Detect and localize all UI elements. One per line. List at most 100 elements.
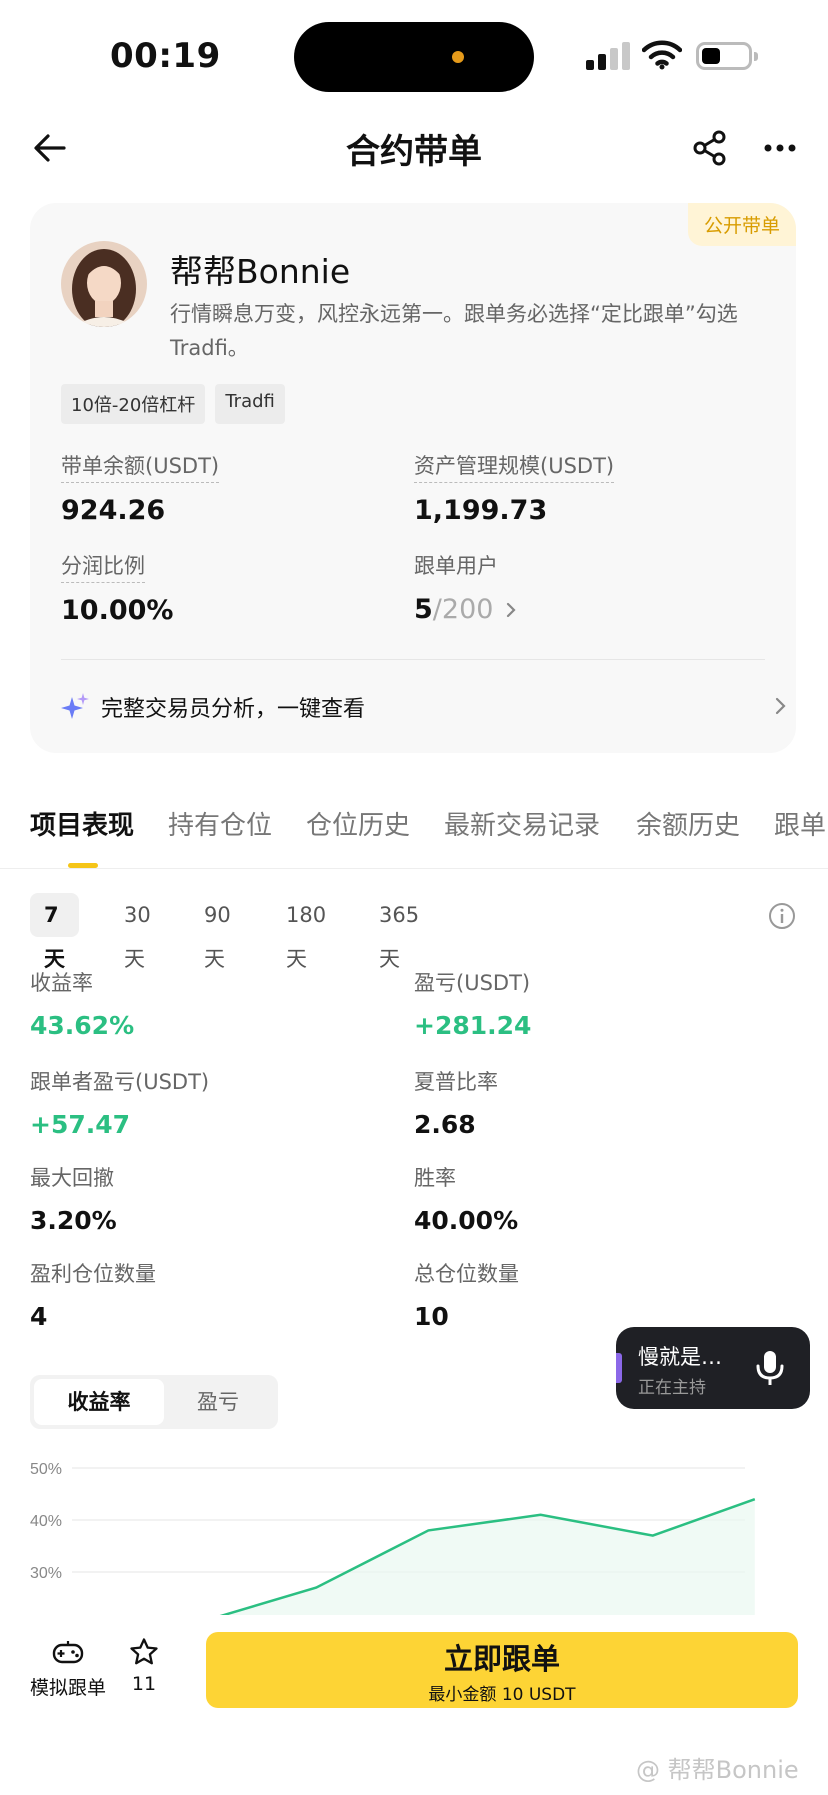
followers-stat[interactable]: 跟单用户 5 /200 xyxy=(414,550,521,625)
simulate-follow-button[interactable]: 模拟跟单 xyxy=(26,1639,110,1703)
balance-value: 924.26 xyxy=(61,495,166,526)
sharpe-metric: 夏普比率 2.68 xyxy=(414,1066,498,1139)
sharpe-value: 2.68 xyxy=(414,1110,476,1139)
balance-stat: 带单余额(USDT) 924.26 xyxy=(61,450,220,526)
roi-label: 收益率 xyxy=(30,971,93,995)
microphone-icon[interactable] xyxy=(752,1349,788,1387)
period-365d[interactable]: 365天 xyxy=(365,893,433,971)
total-positions-label: 总仓位数量 xyxy=(414,1262,519,1286)
max-drawdown-metric: 最大回撤 3.20% xyxy=(30,1162,117,1235)
live-subtitle: 正在主持 xyxy=(638,1378,706,1398)
followers-count[interactable]: 5 /200 xyxy=(414,594,521,625)
minimum-amount-label: 最小金额 10 USDT xyxy=(428,1685,576,1705)
wifi-icon xyxy=(642,40,682,70)
period-30d[interactable]: 30天 xyxy=(110,893,165,971)
y-tick-label: 50% xyxy=(30,1461,62,1478)
favorite-button[interactable]: 11 xyxy=(124,1637,164,1703)
tab-positions[interactable]: 持有仓位 xyxy=(168,805,272,842)
full-analysis-text: 完整交易员分析，一键查看 xyxy=(101,697,366,722)
balance-label[interactable]: 带单余额(USDT) xyxy=(61,450,220,483)
tradfi-tag: Tradfi xyxy=(215,384,285,424)
recording-dot-icon xyxy=(452,51,464,63)
profit-share-label[interactable]: 分润比例 xyxy=(61,550,145,583)
profit-share-stat: 分润比例 10.00% xyxy=(61,550,173,626)
profit-positions-value: 4 xyxy=(30,1302,48,1331)
max-drawdown-value: 3.20% xyxy=(30,1206,117,1235)
profit-positions-label: 盈利仓位数量 xyxy=(30,1262,156,1286)
period-90d[interactable]: 90天 xyxy=(190,893,245,971)
pnl-value: +281.24 xyxy=(414,1011,532,1040)
trader-name: 帮帮Bonnie xyxy=(170,252,351,291)
win-rate-metric: 胜率 40.00% xyxy=(414,1162,518,1235)
followers-current: 5 xyxy=(414,594,433,625)
live-title: 慢就是… xyxy=(638,1345,722,1369)
followers-max: /200 xyxy=(432,594,494,625)
roi-area-fill xyxy=(193,1499,755,1615)
y-tick-label: 30% xyxy=(30,1565,62,1582)
aum-label[interactable]: 资产管理规模(USDT) xyxy=(414,450,615,483)
period-180d[interactable]: 180天 xyxy=(272,893,340,971)
roi-chart: 50% 40% 30% xyxy=(30,1461,756,1615)
roi-metric: 收益率 43.62% xyxy=(30,967,134,1040)
more-options-icon[interactable] xyxy=(760,128,800,168)
aum-value: 1,199.73 xyxy=(414,495,548,526)
simulate-follow-label: 模拟跟单 xyxy=(29,1677,106,1699)
active-tab-indicator xyxy=(68,863,98,868)
full-analysis-link[interactable]: 完整交易员分析，一键查看 xyxy=(61,675,791,739)
battery-icon xyxy=(696,42,758,70)
dynamic-island xyxy=(294,22,534,92)
total-positions-value: 10 xyxy=(414,1302,449,1331)
win-rate-value: 40.00% xyxy=(414,1206,519,1235)
total-positions-metric: 总仓位数量 10 xyxy=(414,1258,519,1331)
favorite-count: 11 xyxy=(131,1673,157,1695)
cellular-signal-icon xyxy=(586,42,630,70)
widget-accent xyxy=(616,1353,622,1383)
sharpe-label: 夏普比率 xyxy=(414,1070,498,1094)
toggle-roi[interactable]: 收益率 xyxy=(34,1379,164,1425)
watermark: @ 帮帮Bonnie xyxy=(636,1756,799,1784)
follower-pnl-metric: 跟单者盈亏(USDT) +57.47 xyxy=(30,1066,209,1139)
tab-followers[interactable]: 跟单 xyxy=(774,805,826,842)
y-tick-label: 40% xyxy=(30,1513,62,1530)
chart-mode-toggle: 收益率 盈亏 xyxy=(30,1375,278,1429)
bottom-action-bar: 模拟跟单 11 立即跟单 最小金额 10 USDT @ 帮帮Bonnie xyxy=(0,1615,828,1795)
tab-balance-history[interactable]: 余额历史 xyxy=(636,805,740,842)
chevron-right-icon xyxy=(507,602,516,617)
follow-now-button[interactable]: 立即跟单 最小金额 10 USDT xyxy=(206,1632,798,1708)
gamepad-icon xyxy=(52,1641,84,1664)
status-time: 00:19 xyxy=(110,36,221,76)
max-drawdown-label: 最大回撤 xyxy=(30,1166,114,1190)
aum-stat: 资产管理规模(USDT) 1,199.73 xyxy=(414,450,615,526)
pnl-metric: 盈亏(USDT) +281.24 xyxy=(414,967,531,1040)
pnl-label: 盈亏(USDT) xyxy=(414,971,531,995)
followers-label: 跟单用户 xyxy=(414,554,498,578)
trader-profile-card: 公开带单 帮帮Bonnie 行情瞬息万变，风控永远第一。跟单务必选择“定比跟单”… xyxy=(30,203,796,753)
period-7d[interactable]: 7天 xyxy=(30,893,79,971)
toggle-pnl[interactable]: 盈亏 xyxy=(164,1379,272,1425)
profit-share-value: 10.00% xyxy=(61,595,174,626)
share-icon[interactable] xyxy=(690,128,730,168)
info-icon[interactable] xyxy=(768,902,796,930)
top-nav: 合约带单 xyxy=(0,110,828,186)
follower-pnl-label: 跟单者盈亏(USDT) xyxy=(30,1070,210,1094)
live-host-widget[interactable]: 慢就是… 正在主持 xyxy=(616,1327,810,1409)
section-tabs: 项目表现 持有仓位 仓位历史 最新交易记录 余额历史 跟单 xyxy=(0,805,828,869)
leverage-tag: 10倍-20倍杠杆 xyxy=(61,384,206,424)
status-bar: 00:19 xyxy=(0,0,828,110)
follow-now-label: 立即跟单 xyxy=(443,1642,560,1676)
tab-position-history[interactable]: 仓位历史 xyxy=(306,805,410,842)
chevron-right-icon xyxy=(775,697,786,715)
public-badge: 公开带单 xyxy=(687,203,796,246)
win-rate-label: 胜率 xyxy=(414,1166,456,1190)
tag-list: 10倍-20倍杠杆 Tradfi xyxy=(61,384,285,424)
sparkle-icon xyxy=(61,693,89,719)
star-icon xyxy=(130,1638,158,1665)
profit-positions-metric: 盈利仓位数量 4 xyxy=(30,1258,156,1331)
tab-latest-trades[interactable]: 最新交易记录 xyxy=(444,805,600,842)
divider xyxy=(61,659,765,660)
avatar xyxy=(61,241,147,327)
roi-value: 43.62% xyxy=(30,1011,135,1040)
trader-bio: 行情瞬息万变，风控永远第一。跟单务必选择“定比跟单”勾选Tradfi。 xyxy=(170,302,738,360)
follower-pnl-value: +57.47 xyxy=(30,1110,131,1139)
tab-performance[interactable]: 项目表现 xyxy=(30,805,134,842)
